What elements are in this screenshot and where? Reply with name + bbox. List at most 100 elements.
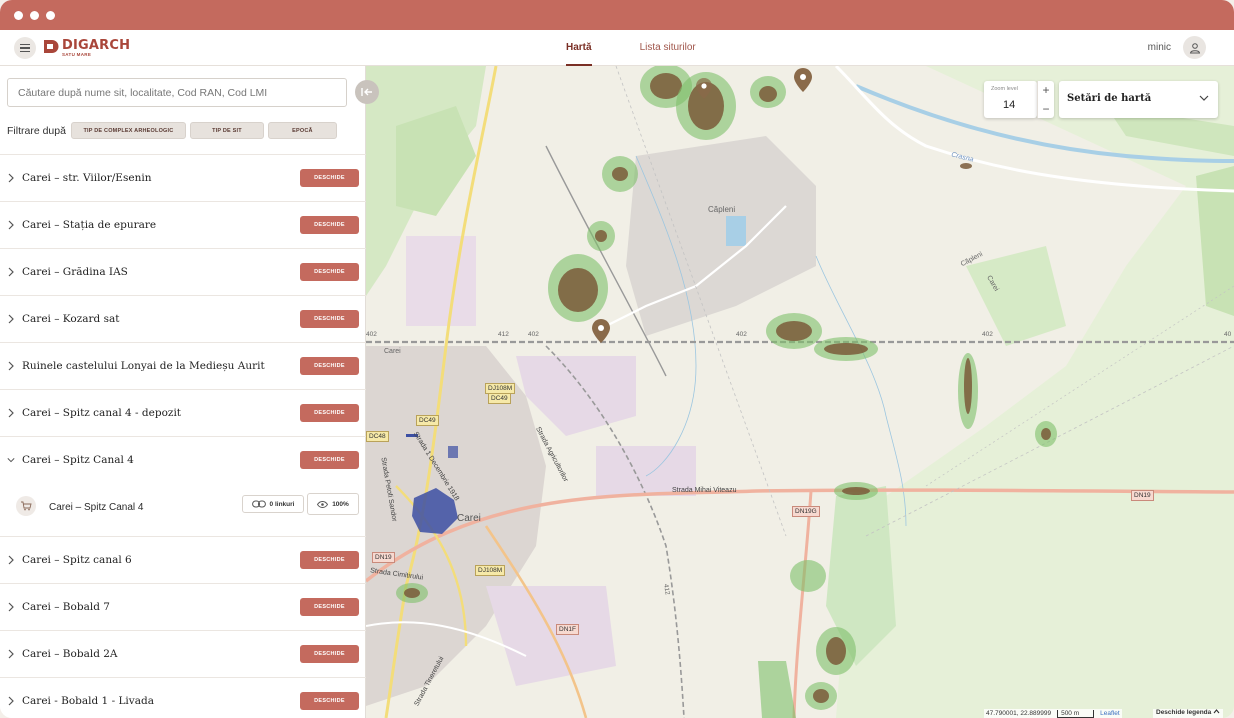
search-input[interactable] [8, 79, 346, 106]
map-label-capleni: Căpleni [708, 205, 736, 214]
leaflet-link[interactable]: Leaflet [1100, 710, 1120, 717]
filter-complex-type-button[interactable]: TIP DE COMPLEX ARHEOLOGIC [70, 122, 186, 139]
list-item[interactable]: Carei – str. Viilor/Esenin DESCHIDE [0, 154, 366, 201]
links-count: 0 linkuri [269, 500, 295, 508]
site-title: Carei – Stația de epurare [22, 219, 157, 231]
logo-mark-icon [44, 40, 59, 53]
search-box [7, 78, 347, 107]
filter-epoch-button[interactable]: EPOCĂ [267, 122, 337, 139]
chevron-right-icon[interactable] [7, 602, 15, 612]
brand-title: DIGARCH [62, 38, 131, 53]
chevron-right-icon[interactable] [7, 173, 15, 183]
site-title: Carei – Spitz canal 4 - depozit [22, 407, 182, 419]
logo[interactable]: DIGARCH SATU MARE [44, 39, 130, 58]
window-dot-minimize[interactable] [30, 10, 39, 20]
list-item[interactable]: Carei – Grădina IAS DESCHIDE [0, 248, 366, 295]
site-title: Carei – Bobald 2A [22, 648, 118, 660]
collapse-sidebar-button[interactable] [355, 80, 379, 104]
user-name: minic [1147, 42, 1171, 53]
site-title: Carei - Bobald 1 - Livada [22, 695, 154, 707]
app-window: DIGARCH SATU MARE Hartă Lista siturilor … [0, 0, 1234, 718]
map-scale: 500 m [1057, 709, 1095, 718]
chevron-right-icon[interactable] [7, 696, 15, 706]
open-site-button[interactable]: DESCHIDE [300, 404, 359, 422]
chevron-right-icon[interactable] [7, 314, 15, 324]
list-item[interactable]: Carei – Bobald 2A DESCHIDE [0, 630, 366, 677]
road-number: 402 [366, 331, 377, 338]
site-title: Carei – Spitz Canal 4 [22, 454, 134, 466]
window-dot-maximize[interactable] [46, 10, 55, 20]
site-detail-row: Carei – Spitz Canal 4 0 linkuri 100% [0, 483, 366, 536]
open-site-button[interactable]: DESCHIDE [300, 310, 359, 328]
site-polygon-blue[interactable] [448, 446, 458, 458]
open-site-button[interactable]: DESCHIDE [300, 451, 359, 469]
site-title: Carei – Spitz canal 6 [22, 554, 132, 566]
brand-subtitle: SATU MARE [62, 52, 92, 57]
road-shield-dn1f: DN1F [556, 624, 579, 635]
sidebar: Filtrare după TIP DE COMPLEX ARHEOLOGIC … [0, 66, 379, 718]
site-title: Ruinele castelului Lonyai de la Medieșu … [22, 360, 265, 372]
map-attribution: 47.790001, 22.889999 500 m Leaflet [984, 709, 1122, 718]
filter-site-type-button[interactable]: TIP DE SIT [189, 122, 264, 139]
map-label-carei-small: Carei [384, 348, 401, 355]
map-view[interactable]: Căpleni Carei Carei Crasna Strada Mihai … [366, 66, 1234, 718]
road-number: 402 [736, 331, 747, 338]
chevron-right-icon[interactable] [7, 267, 15, 277]
visibility-badge[interactable]: 100% [307, 493, 359, 515]
chevron-right-icon[interactable] [7, 555, 15, 565]
site-title: Carei – Grădina IAS [22, 266, 128, 278]
map-settings-label: Setări de hartă [1067, 93, 1152, 104]
road-shield-dj108m: DJ108M [475, 565, 506, 576]
window-dot-close[interactable] [14, 10, 23, 20]
open-site-button[interactable]: DESCHIDE [300, 357, 359, 375]
zoom-in-button[interactable]: + [1038, 81, 1054, 99]
list-item[interactable]: Ruinele castelului Lonyai de la Medieșu … [0, 342, 366, 389]
main-nav: Hartă Lista siturilor [566, 30, 696, 66]
collapse-left-icon [361, 88, 372, 96]
road-number: 412 [498, 331, 509, 338]
list-item-expanded[interactable]: Carei – Spitz Canal 4 DESCHIDE [0, 436, 366, 483]
chevron-down-icon[interactable] [7, 455, 15, 465]
open-site-button[interactable]: DESCHIDE [300, 645, 359, 663]
menu-icon[interactable] [14, 37, 36, 59]
chevron-right-icon[interactable] [7, 408, 15, 418]
road-shield-dn19g: DN19G [792, 506, 820, 517]
list-item[interactable]: Carei – Spitz canal 4 - depozit DESCHIDE [0, 389, 366, 436]
chevron-down-icon [1199, 95, 1209, 101]
list-item[interactable]: Carei – Stația de epurare DESCHIDE [0, 201, 366, 248]
chevron-right-icon[interactable] [7, 220, 15, 230]
eye-icon [317, 500, 329, 508]
road-shield-dn19: DN19 [372, 552, 395, 563]
open-site-button[interactable]: DESCHIDE [300, 551, 359, 569]
chevron-right-icon[interactable] [7, 649, 15, 659]
road-shield-dc48: DC48 [366, 431, 389, 442]
links-badge[interactable]: 0 linkuri [242, 495, 304, 513]
list-item[interactable]: Carei - Bobald 1 - Livada DESCHIDE [0, 677, 366, 718]
road-shield-dc49: DC49 [488, 393, 511, 404]
site-title: Carei – Kozard sat [22, 313, 120, 325]
nav-tab-map[interactable]: Hartă [566, 30, 592, 66]
zoom-out-button[interactable]: − [1038, 100, 1054, 118]
list-item[interactable]: Carei – Spitz canal 6 DESCHIDE [0, 536, 366, 583]
open-site-button[interactable]: DESCHIDE [300, 216, 359, 234]
nav-tab-site-list[interactable]: Lista siturilor [640, 30, 696, 66]
open-site-button[interactable]: DESCHIDE [300, 598, 359, 616]
visibility-value: 100% [332, 500, 349, 508]
list-item[interactable]: Carei – Bobald 7 DESCHIDE [0, 583, 366, 630]
list-item[interactable]: Carei – Kozard sat DESCHIDE [0, 295, 366, 342]
water-body [726, 216, 746, 246]
chevron-right-icon[interactable] [7, 361, 15, 371]
industrial-area [406, 236, 476, 326]
user-avatar-icon[interactable] [1183, 36, 1206, 59]
user-menu[interactable]: minic [1148, 36, 1206, 59]
legend-toggle-label: Deschide legenda [1156, 709, 1212, 716]
open-site-button[interactable]: DESCHIDE [300, 263, 359, 281]
open-site-button[interactable]: DESCHIDE [300, 169, 359, 187]
legend-toggle-button[interactable]: Deschide legenda [1153, 709, 1224, 718]
link-icon [251, 500, 266, 508]
map-settings-dropdown[interactable]: Setări de hartă [1059, 81, 1218, 118]
road-number: 402 [982, 331, 993, 338]
road-number: 402 [528, 331, 539, 338]
open-site-button[interactable]: DESCHIDE [300, 692, 359, 710]
map-coordinates: 47.790001, 22.889999 [986, 710, 1052, 717]
